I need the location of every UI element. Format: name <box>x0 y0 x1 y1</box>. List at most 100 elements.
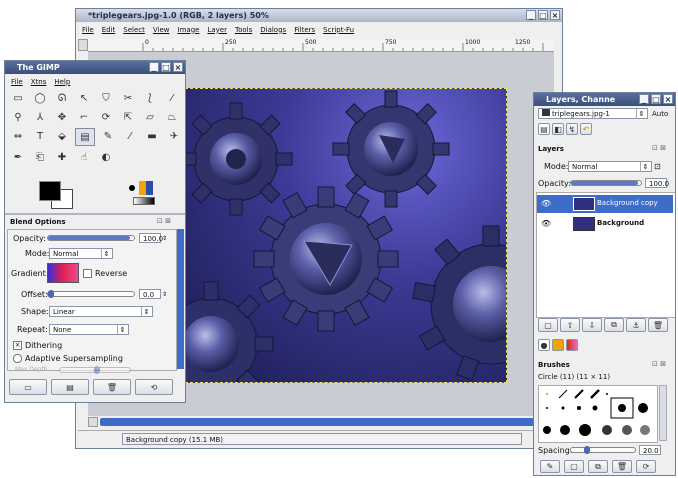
scale-icon[interactable]: ⇱ <box>119 109 137 125</box>
menu-help[interactable]: Help <box>54 78 70 86</box>
menu-filters[interactable]: Filters <box>294 26 315 34</box>
duplicate-brush-button[interactable]: ⧉ <box>588 460 608 473</box>
edit-brush-button[interactable]: ✎ <box>540 460 560 473</box>
tab-channels[interactable]: ◧ <box>552 123 564 135</box>
image-select-dropdown[interactable]: triplegears.jpg-1 ⇕ <box>538 108 648 119</box>
measure-icon[interactable]: ⅄ <box>31 109 49 125</box>
delete-layer-button[interactable]: 🗑 <box>648 318 668 332</box>
image-window-titlebar[interactable]: *triplegears.jpg-1.0 (RGB, 2 layers) 50%… <box>76 9 562 22</box>
eraser-icon[interactable]: ▬ <box>143 128 161 144</box>
layer-mode-dropdown[interactable]: Normal ⇕ <box>568 161 652 172</box>
reverse-checkbox[interactable] <box>83 268 92 278</box>
smudge-icon[interactable]: ☝ <box>75 149 93 165</box>
anchor-layer-button[interactable]: ⚓ <box>626 318 646 332</box>
panel-menu-icon[interactable]: ⊡ ⊠ <box>157 217 171 225</box>
raise-layer-button[interactable]: ⇧ <box>560 318 580 332</box>
scroll-corner[interactable] <box>88 417 98 427</box>
restore-options-button[interactable]: ▤ <box>51 379 89 395</box>
blend-options-scrollbar[interactable] <box>177 229 184 369</box>
reset-options-button[interactable]: ⟲ <box>135 379 173 395</box>
lasso-icon[interactable]: ᘏ <box>53 90 71 106</box>
pattern-indicator[interactable] <box>139 181 153 195</box>
blend-icon[interactable]: ▤ <box>75 128 95 146</box>
paintbrush-icon[interactable]: ⁄ <box>121 128 139 144</box>
layers-dock-titlebar[interactable]: Layers, Channe _ □ × <box>534 93 675 106</box>
menu-view[interactable]: View <box>153 26 170 34</box>
layer-row-background-copy[interactable]: 👁 Background copy <box>537 195 673 213</box>
color-select-icon[interactable]: ⛉ <box>97 90 115 106</box>
flip-icon[interactable]: ⇔ <box>9 128 27 144</box>
foreground-color-swatch[interactable] <box>39 181 61 201</box>
fuzzy-select-icon[interactable]: ↖ <box>75 90 93 106</box>
eye-icon[interactable]: 👁 <box>541 219 551 228</box>
tab-brushes[interactable]: ● <box>538 339 550 351</box>
delete-brush-button[interactable]: 🗑 <box>612 460 632 473</box>
offset-slider[interactable] <box>47 290 135 298</box>
menu-layer[interactable]: Layer <box>207 26 227 34</box>
repeat-dropdown[interactable]: None ⇕ <box>49 324 129 335</box>
heal-icon[interactable]: ✚ <box>53 149 71 165</box>
tab-patterns[interactable] <box>552 339 564 351</box>
eye-icon[interactable]: 👁 <box>541 199 551 208</box>
menu-image[interactable]: Image <box>178 26 200 34</box>
save-options-button[interactable]: ▭ <box>9 379 47 395</box>
shape-dropdown[interactable]: Linear ⇕ <box>49 306 153 317</box>
new-brush-button[interactable]: ▢ <box>564 460 584 473</box>
minimize-icon[interactable]: _ <box>149 62 159 72</box>
brush-pattern-gradient-indicator[interactable] <box>129 181 159 207</box>
close-icon[interactable]: × <box>663 94 673 104</box>
panel-menu-icon[interactable]: ⊡ ⊠ <box>652 360 666 368</box>
brushes-scrollbar[interactable] <box>659 385 667 441</box>
offset-value[interactable]: 0.0 <box>139 289 161 299</box>
toolbox-titlebar[interactable]: The GIMP _ □ × <box>5 61 185 74</box>
text-icon[interactable]: T <box>31 128 49 144</box>
auto-button[interactable]: Auto <box>652 110 668 118</box>
menu-dialogs[interactable]: Dialogs <box>260 26 286 34</box>
lower-layer-button[interactable]: ⇩ <box>582 318 602 332</box>
maximize-icon[interactable]: □ <box>161 62 171 72</box>
offset-spin-icon[interactable]: ⇕ <box>162 291 167 298</box>
refresh-brush-button[interactable]: ⟳ <box>636 460 656 473</box>
close-icon[interactable]: × <box>550 10 560 20</box>
rotate-icon[interactable]: ⟳ <box>97 109 115 125</box>
max-depth-slider[interactable] <box>59 365 131 374</box>
minimize-icon[interactable]: _ <box>526 10 536 20</box>
menu-script-fu[interactable]: Script-Fu <box>323 26 354 34</box>
gradient-indicator[interactable] <box>133 197 155 205</box>
brush-indicator[interactable] <box>129 185 135 191</box>
lock-alpha-icon[interactable]: ⊡ <box>654 162 661 171</box>
ellipse-select-icon[interactable]: ◯ <box>31 90 49 106</box>
ink-icon[interactable]: ✒ <box>9 149 27 165</box>
layer-row-background[interactable]: 👁 Background <box>537 215 673 233</box>
delete-options-button[interactable]: 🗑 <box>93 379 131 395</box>
menu-tools[interactable]: Tools <box>235 26 252 34</box>
scissors-icon[interactable]: ✂ <box>119 90 137 106</box>
dithering-checkbox[interactable]: × <box>13 341 22 350</box>
dodge-icon[interactable]: ◐ <box>97 149 115 165</box>
menu-file[interactable]: File <box>11 78 23 86</box>
tab-paths[interactable]: ↯ <box>566 123 578 135</box>
clone-icon[interactable]: ⎗ <box>31 149 49 165</box>
close-icon[interactable]: × <box>173 62 183 72</box>
layer-opacity-slider[interactable] <box>570 180 642 186</box>
tab-gradients[interactable] <box>566 339 578 351</box>
move-icon[interactable]: ✥ <box>53 109 71 125</box>
spacing-value[interactable]: 20.0 <box>639 445 661 455</box>
tab-layers[interactable]: ▤ <box>538 123 550 135</box>
perspective-icon[interactable]: ⏢ <box>163 109 181 125</box>
maximize-icon[interactable]: □ <box>538 10 548 20</box>
duplicate-layer-button[interactable]: ⧉ <box>604 318 624 332</box>
crop-icon[interactable]: ⌐ <box>75 109 93 125</box>
layer-opacity-value[interactable]: 100.0 <box>645 178 669 188</box>
horizontal-scrollbar[interactable] <box>100 418 552 426</box>
menu-file[interactable]: File <box>82 26 94 34</box>
paths-icon[interactable]: ⟅ <box>141 90 159 106</box>
ruler-corner[interactable] <box>78 39 88 51</box>
shear-icon[interactable]: ▱ <box>141 109 159 125</box>
color-picker-icon[interactable]: ⁄ <box>163 90 181 106</box>
opacity-value[interactable]: 100.0 <box>139 233 163 243</box>
tab-undo[interactable]: ↶ <box>580 123 592 135</box>
spacing-slider[interactable] <box>570 446 636 454</box>
mode-dropdown[interactable]: Normal ⇕ <box>49 248 113 259</box>
pencil-icon[interactable]: ✎ <box>99 128 117 144</box>
